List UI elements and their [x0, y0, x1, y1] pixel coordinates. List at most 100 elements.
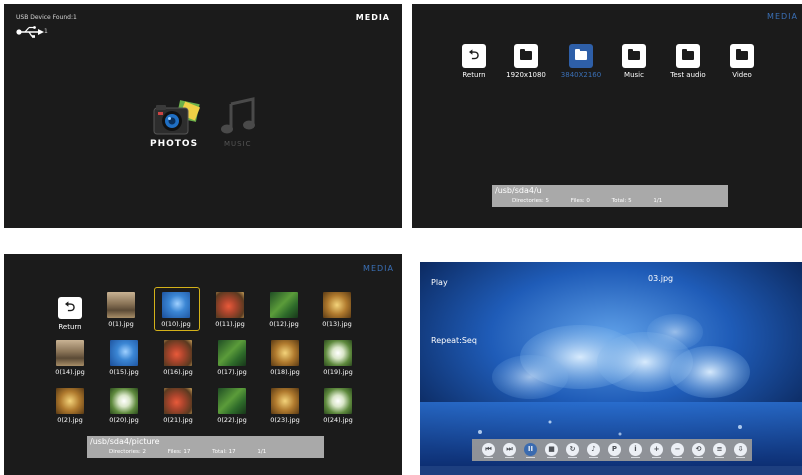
folder-label: 1920x1080: [506, 71, 546, 79]
next-icon[interactable]: ⏭: [503, 443, 516, 458]
path-info-bar: /usb/sda4/picture Directories: 2 Files: …: [87, 436, 324, 458]
current-filename: 03.jpg: [648, 274, 674, 283]
folder-label: Test audio: [670, 71, 706, 79]
image-filename: 0(16).jpg: [163, 368, 193, 376]
folder-item-1920x1080[interactable]: 1920x1080: [497, 44, 555, 79]
picture-browser-screen: MEDIA ⮌ Return 0(1).jpg 0(10).jpg 0(11).…: [4, 254, 402, 475]
zoom-in-icon[interactable]: +: [650, 443, 663, 458]
image-item[interactable]: 0(18).jpg: [257, 340, 313, 376]
image-thumbnail: [218, 388, 246, 414]
image-thumbnail: [218, 340, 246, 366]
image-thumbnail: [56, 388, 84, 414]
folder-label: Return: [462, 71, 486, 79]
return-item[interactable]: ⮌ Return: [42, 297, 98, 331]
image-thumbnail: [270, 292, 298, 318]
camera-photos-icon[interactable]: [152, 100, 202, 138]
directories-count: Directories: 2: [109, 449, 146, 455]
image-thumbnail: [324, 340, 352, 366]
menu-icon[interactable]: ≡: [713, 443, 726, 458]
image-thumbnail: [110, 340, 138, 366]
image-filename: 0(23).jpg: [270, 416, 300, 424]
previous-icon[interactable]: ⏮: [482, 443, 495, 458]
playback-control-bar: ⏮ ⏭ II ■ ↻ ♪ P i + − ⟲ ≡ ⇩: [472, 439, 752, 461]
folder-icon: [622, 44, 646, 68]
image-filename: 0(12).jpg: [269, 320, 299, 328]
image-thumbnail: [324, 388, 352, 414]
total-count: Total: 5: [611, 198, 632, 204]
image-item[interactable]: 0(20).jpg: [96, 388, 152, 424]
image-item[interactable]: 0(23).jpg: [257, 388, 313, 424]
image-filename: 0(1).jpg: [108, 320, 134, 328]
folder-icon: [676, 44, 700, 68]
image-filename: 0(24).jpg: [323, 416, 353, 424]
music-label[interactable]: MUSIC: [224, 140, 252, 148]
usb-count: 1: [44, 28, 48, 35]
image-item[interactable]: 0(13).jpg: [309, 292, 365, 328]
image-item[interactable]: 0(22).jpg: [204, 388, 260, 424]
image-filename: 0(15).jpg: [109, 368, 139, 376]
bottom-strip: [420, 466, 802, 475]
image-filename: 0(22).jpg: [217, 416, 247, 424]
image-item[interactable]: 0(14).jpg: [42, 340, 98, 376]
current-path: /usb/sda4/picture: [90, 437, 160, 446]
music-note-icon[interactable]: [219, 96, 259, 136]
usb-found-text: USB Device Found:1: [16, 14, 77, 21]
image-filename: 0(14).jpg: [55, 368, 85, 376]
photos-label[interactable]: PHOTOS: [150, 139, 198, 149]
image-filename: 0(20).jpg: [109, 416, 139, 424]
image-thumbnail: [56, 340, 84, 366]
repeat-icon[interactable]: ↻: [566, 443, 579, 458]
rotate-icon[interactable]: ⟲: [692, 443, 705, 458]
image-item[interactable]: 0(21).jpg: [150, 388, 206, 424]
folder-label: Video: [732, 71, 752, 79]
info-icon[interactable]: i: [629, 443, 642, 458]
folder-icon: [514, 44, 538, 68]
stop-icon[interactable]: ■: [545, 443, 558, 458]
image-filename: 0(18).jpg: [270, 368, 300, 376]
image-item[interactable]: 0(11).jpg: [202, 292, 258, 328]
image-item[interactable]: 0(16).jpg: [150, 340, 206, 376]
files-count: Files: 17: [167, 449, 191, 455]
image-item[interactable]: 0(24).jpg: [310, 388, 366, 424]
image-filename: 0(21).jpg: [163, 416, 193, 424]
image-item[interactable]: 0(12).jpg: [256, 292, 312, 328]
folder-label: 3840X2160: [560, 71, 602, 79]
zoom-out-icon[interactable]: −: [671, 443, 684, 458]
folder-stats: Directories: 2 Files: 17 Total: 17 1/1: [109, 449, 286, 455]
image-thumbnail: [107, 292, 135, 318]
playlist-icon[interactable]: P: [608, 443, 621, 458]
folder-browser-screen: MEDIA ⮌ Return 1920x1080 3840X2160 Music…: [412, 4, 802, 228]
image-thumbnail: [110, 388, 138, 414]
image-thumbnail: [162, 292, 190, 318]
files-count: Files: 0: [570, 198, 590, 204]
folder-icon: [730, 44, 754, 68]
music-icon[interactable]: ♪: [587, 443, 600, 458]
total-count: Total: 17: [212, 449, 236, 455]
image-filename: 0(10).jpg: [161, 320, 191, 328]
image-thumbnail: [271, 340, 299, 366]
folder-item-video[interactable]: Video: [713, 44, 771, 79]
folder-item-music[interactable]: Music: [605, 44, 663, 79]
media-title: MEDIA: [355, 13, 390, 22]
image-item[interactable]: 0(17).jpg: [204, 340, 260, 376]
page-indicator: 1/1: [653, 198, 663, 204]
media-home-screen: USB Device Found:1 1 MEDIA PHOTOS MUSIC: [4, 4, 402, 228]
image-item[interactable]: 0(19).jpg: [310, 340, 366, 376]
image-item[interactable]: 0(1).jpg: [93, 292, 149, 328]
return-icon: ⮌: [58, 297, 82, 319]
folder-item-test-audio[interactable]: Test audio: [659, 44, 717, 79]
image-item[interactable]: 0(15).jpg: [96, 340, 152, 376]
image-thumbnail: [164, 388, 192, 414]
return-icon: ⮌: [462, 44, 486, 68]
move-icon[interactable]: ⇩: [734, 443, 747, 458]
media-title: MEDIA: [363, 264, 394, 273]
pause-icon[interactable]: II: [524, 443, 537, 458]
image-item[interactable]: 0(2).jpg: [42, 388, 98, 424]
image-thumbnail: [164, 340, 192, 366]
usb-icon: [16, 26, 44, 38]
return-item[interactable]: ⮌ Return: [445, 44, 503, 79]
image-filename: 0(2).jpg: [57, 416, 83, 424]
image-item[interactable]: 0(10).jpg: [148, 292, 204, 328]
folder-item-3840x2160[interactable]: 3840X2160: [552, 44, 610, 79]
image-thumbnail: [271, 388, 299, 414]
